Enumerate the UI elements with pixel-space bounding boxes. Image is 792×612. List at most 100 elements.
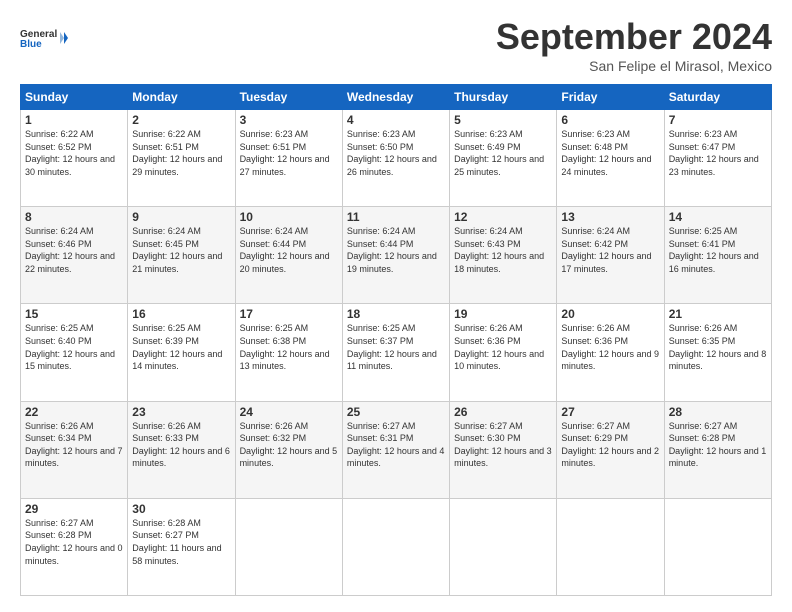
cell-info: Sunrise: 6:23 AMSunset: 6:48 PMDaylight:… (561, 128, 659, 178)
cell-info: Sunrise: 6:27 AMSunset: 6:28 PMDaylight:… (25, 517, 123, 567)
day-number: 16 (132, 307, 230, 321)
table-row (664, 498, 771, 595)
calendar-week-row: 22 Sunrise: 6:26 AMSunset: 6:34 PMDaylig… (21, 401, 772, 498)
col-thursday: Thursday (450, 85, 557, 110)
day-number: 10 (240, 210, 338, 224)
calendar-week-row: 8 Sunrise: 6:24 AMSunset: 6:46 PMDayligh… (21, 207, 772, 304)
day-number: 7 (669, 113, 767, 127)
svg-text:General: General (20, 29, 57, 40)
table-row: 15 Sunrise: 6:25 AMSunset: 6:40 PMDaylig… (21, 304, 128, 401)
day-number: 28 (669, 405, 767, 419)
cell-info: Sunrise: 6:24 AMSunset: 6:46 PMDaylight:… (25, 225, 123, 275)
table-row: 11 Sunrise: 6:24 AMSunset: 6:44 PMDaylig… (342, 207, 449, 304)
cell-info: Sunrise: 6:24 AMSunset: 6:44 PMDaylight:… (240, 225, 338, 275)
day-number: 8 (25, 210, 123, 224)
table-row: 9 Sunrise: 6:24 AMSunset: 6:45 PMDayligh… (128, 207, 235, 304)
day-number: 2 (132, 113, 230, 127)
day-number: 4 (347, 113, 445, 127)
day-number: 22 (25, 405, 123, 419)
day-number: 1 (25, 113, 123, 127)
calendar-header-row: Sunday Monday Tuesday Wednesday Thursday… (21, 85, 772, 110)
table-row: 22 Sunrise: 6:26 AMSunset: 6:34 PMDaylig… (21, 401, 128, 498)
day-number: 3 (240, 113, 338, 127)
day-number: 19 (454, 307, 552, 321)
month-title: September 2024 (496, 16, 772, 58)
cell-info: Sunrise: 6:27 AMSunset: 6:30 PMDaylight:… (454, 420, 552, 470)
day-number: 13 (561, 210, 659, 224)
cell-info: Sunrise: 6:24 AMSunset: 6:42 PMDaylight:… (561, 225, 659, 275)
day-number: 11 (347, 210, 445, 224)
day-number: 14 (669, 210, 767, 224)
table-row: 25 Sunrise: 6:27 AMSunset: 6:31 PMDaylig… (342, 401, 449, 498)
table-row: 26 Sunrise: 6:27 AMSunset: 6:30 PMDaylig… (450, 401, 557, 498)
cell-info: Sunrise: 6:25 AMSunset: 6:40 PMDaylight:… (25, 322, 123, 372)
table-row: 4 Sunrise: 6:23 AMSunset: 6:50 PMDayligh… (342, 110, 449, 207)
location: San Felipe el Mirasol, Mexico (496, 58, 772, 74)
cell-info: Sunrise: 6:26 AMSunset: 6:34 PMDaylight:… (25, 420, 123, 470)
page: General Blue September 2024 San Felipe e… (0, 0, 792, 612)
cell-info: Sunrise: 6:26 AMSunset: 6:36 PMDaylight:… (561, 322, 659, 372)
table-row: 2 Sunrise: 6:22 AMSunset: 6:51 PMDayligh… (128, 110, 235, 207)
day-number: 23 (132, 405, 230, 419)
table-row: 10 Sunrise: 6:24 AMSunset: 6:44 PMDaylig… (235, 207, 342, 304)
col-friday: Friday (557, 85, 664, 110)
table-row: 7 Sunrise: 6:23 AMSunset: 6:47 PMDayligh… (664, 110, 771, 207)
calendar-week-row: 1 Sunrise: 6:22 AMSunset: 6:52 PMDayligh… (21, 110, 772, 207)
day-number: 29 (25, 502, 123, 516)
table-row: 17 Sunrise: 6:25 AMSunset: 6:38 PMDaylig… (235, 304, 342, 401)
table-row: 21 Sunrise: 6:26 AMSunset: 6:35 PMDaylig… (664, 304, 771, 401)
table-row: 8 Sunrise: 6:24 AMSunset: 6:46 PMDayligh… (21, 207, 128, 304)
cell-info: Sunrise: 6:24 AMSunset: 6:44 PMDaylight:… (347, 225, 445, 275)
day-number: 15 (25, 307, 123, 321)
table-row: 23 Sunrise: 6:26 AMSunset: 6:33 PMDaylig… (128, 401, 235, 498)
table-row (557, 498, 664, 595)
cell-info: Sunrise: 6:26 AMSunset: 6:35 PMDaylight:… (669, 322, 767, 372)
table-row: 3 Sunrise: 6:23 AMSunset: 6:51 PMDayligh… (235, 110, 342, 207)
header: General Blue September 2024 San Felipe e… (20, 16, 772, 74)
cell-info: Sunrise: 6:25 AMSunset: 6:41 PMDaylight:… (669, 225, 767, 275)
cell-info: Sunrise: 6:26 AMSunset: 6:36 PMDaylight:… (454, 322, 552, 372)
day-number: 20 (561, 307, 659, 321)
cell-info: Sunrise: 6:26 AMSunset: 6:32 PMDaylight:… (240, 420, 338, 470)
cell-info: Sunrise: 6:27 AMSunset: 6:28 PMDaylight:… (669, 420, 767, 470)
title-area: September 2024 San Felipe el Mirasol, Me… (496, 16, 772, 74)
cell-info: Sunrise: 6:26 AMSunset: 6:33 PMDaylight:… (132, 420, 230, 470)
cell-info: Sunrise: 6:28 AMSunset: 6:27 PMDaylight:… (132, 517, 230, 567)
cell-info: Sunrise: 6:27 AMSunset: 6:29 PMDaylight:… (561, 420, 659, 470)
cell-info: Sunrise: 6:27 AMSunset: 6:31 PMDaylight:… (347, 420, 445, 470)
table-row (235, 498, 342, 595)
table-row: 16 Sunrise: 6:25 AMSunset: 6:39 PMDaylig… (128, 304, 235, 401)
table-row: 27 Sunrise: 6:27 AMSunset: 6:29 PMDaylig… (557, 401, 664, 498)
day-number: 9 (132, 210, 230, 224)
cell-info: Sunrise: 6:24 AMSunset: 6:43 PMDaylight:… (454, 225, 552, 275)
cell-info: Sunrise: 6:25 AMSunset: 6:39 PMDaylight:… (132, 322, 230, 372)
table-row: 18 Sunrise: 6:25 AMSunset: 6:37 PMDaylig… (342, 304, 449, 401)
cell-info: Sunrise: 6:23 AMSunset: 6:51 PMDaylight:… (240, 128, 338, 178)
col-wednesday: Wednesday (342, 85, 449, 110)
cell-info: Sunrise: 6:23 AMSunset: 6:49 PMDaylight:… (454, 128, 552, 178)
table-row (450, 498, 557, 595)
day-number: 18 (347, 307, 445, 321)
table-row: 12 Sunrise: 6:24 AMSunset: 6:43 PMDaylig… (450, 207, 557, 304)
table-row: 24 Sunrise: 6:26 AMSunset: 6:32 PMDaylig… (235, 401, 342, 498)
day-number: 17 (240, 307, 338, 321)
table-row: 29 Sunrise: 6:27 AMSunset: 6:28 PMDaylig… (21, 498, 128, 595)
table-row: 13 Sunrise: 6:24 AMSunset: 6:42 PMDaylig… (557, 207, 664, 304)
logo: General Blue (20, 16, 70, 60)
table-row: 30 Sunrise: 6:28 AMSunset: 6:27 PMDaylig… (128, 498, 235, 595)
day-number: 27 (561, 405, 659, 419)
cell-info: Sunrise: 6:25 AMSunset: 6:37 PMDaylight:… (347, 322, 445, 372)
table-row (342, 498, 449, 595)
col-tuesday: Tuesday (235, 85, 342, 110)
calendar-week-row: 15 Sunrise: 6:25 AMSunset: 6:40 PMDaylig… (21, 304, 772, 401)
table-row: 6 Sunrise: 6:23 AMSunset: 6:48 PMDayligh… (557, 110, 664, 207)
day-number: 5 (454, 113, 552, 127)
table-row: 28 Sunrise: 6:27 AMSunset: 6:28 PMDaylig… (664, 401, 771, 498)
day-number: 30 (132, 502, 230, 516)
cell-info: Sunrise: 6:23 AMSunset: 6:47 PMDaylight:… (669, 128, 767, 178)
table-row: 14 Sunrise: 6:25 AMSunset: 6:41 PMDaylig… (664, 207, 771, 304)
cell-info: Sunrise: 6:23 AMSunset: 6:50 PMDaylight:… (347, 128, 445, 178)
cell-info: Sunrise: 6:25 AMSunset: 6:38 PMDaylight:… (240, 322, 338, 372)
col-monday: Monday (128, 85, 235, 110)
cell-info: Sunrise: 6:22 AMSunset: 6:51 PMDaylight:… (132, 128, 230, 178)
